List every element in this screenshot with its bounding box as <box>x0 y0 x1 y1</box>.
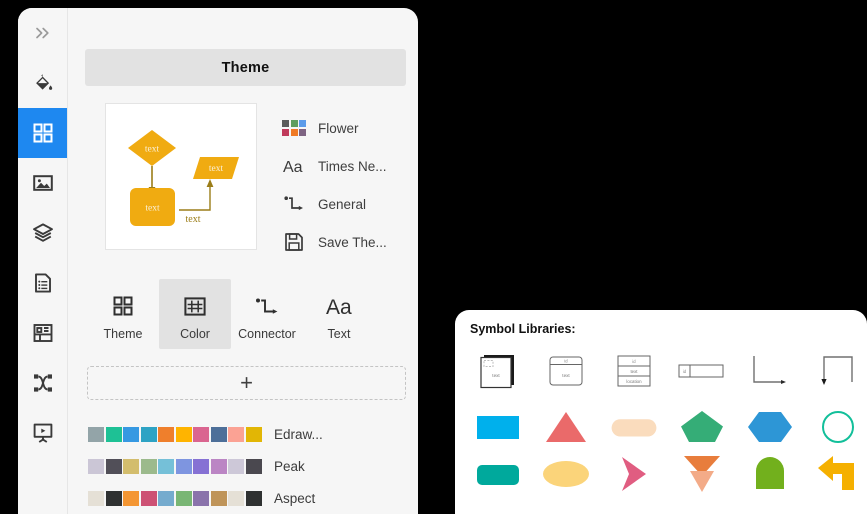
symbol-rounded-rectangle-shape[interactable] <box>609 406 659 448</box>
theme-option-label: Save The... <box>318 234 387 250</box>
svg-text:text: text <box>186 214 201 225</box>
svg-text:location: location <box>626 379 642 384</box>
symbol-titled-box-shape[interactable]: id text <box>541 350 591 392</box>
theme-option-flower[interactable]: Flower <box>281 109 387 147</box>
symbol-three-row-table-shape[interactable]: id text location <box>609 350 659 392</box>
symbol-row-arrow-shapes <box>473 453 867 495</box>
image-icon <box>31 171 55 195</box>
symbol-elbow-connector-right[interactable] <box>745 350 795 392</box>
palette-swatches <box>88 426 263 442</box>
symbol-turn-arrow-shape[interactable] <box>813 453 863 495</box>
chevrons-right-icon <box>33 25 53 41</box>
sidebar-item-theme[interactable] <box>18 108 67 158</box>
theme-option-list: Flower Aa Times Ne... General Save The..… <box>281 103 387 261</box>
theme-grid-icon <box>31 121 55 145</box>
svg-text:text: text <box>145 145 160 155</box>
add-theme-button[interactable]: + <box>87 366 406 400</box>
tab-connector[interactable]: Connector <box>231 279 303 349</box>
sidebar-item-image[interactable] <box>18 158 67 208</box>
svg-text:Aa: Aa <box>326 296 352 318</box>
palette-name: Peak <box>274 458 305 474</box>
icon-rail <box>18 8 68 514</box>
symbol-hexagon-shape[interactable] <box>745 406 795 448</box>
symbol-pentagon-shape[interactable] <box>677 406 727 448</box>
tab-label: Text <box>327 326 351 341</box>
palette-row-aspect[interactable]: Aspect <box>88 482 418 514</box>
symbol-arch-shape[interactable] <box>745 453 795 495</box>
symbol-row-outline: text id text id text location id <box>473 350 867 392</box>
connector-icon <box>254 288 280 318</box>
symbol-triangle-shape[interactable] <box>541 406 591 448</box>
sidebar-item-fill-color[interactable] <box>18 58 67 108</box>
layers-icon <box>31 221 55 245</box>
svg-text:Aa: Aa <box>283 159 303 175</box>
theme-tabs: Theme Color Connector Aa Text <box>87 279 418 349</box>
symbol-chevron-arrow-shape[interactable] <box>609 453 659 495</box>
palette-swatches <box>88 458 263 474</box>
theme-grid-icon <box>111 288 135 318</box>
connector-icon <box>281 193 307 215</box>
symbol-stacked-card-shape[interactable]: text <box>473 350 523 392</box>
svg-text:text: text <box>145 204 160 214</box>
theme-preview-row: text text text text Flower Aa Times Ne..… <box>105 103 418 261</box>
theme-option-font[interactable]: Aa Times Ne... <box>281 147 387 185</box>
palette-name: Edraw... <box>274 426 323 442</box>
symbol-ellipse-shape[interactable] <box>541 453 591 495</box>
svg-text:text: text <box>630 369 638 374</box>
symbol-circle-outline-shape[interactable] <box>813 406 863 448</box>
sidebar-item-document[interactable] <box>18 258 67 308</box>
palette-row-peak[interactable]: Peak <box>88 450 418 482</box>
color-palette-list: Edraw... Peak Aspect <box>88 418 418 514</box>
color-grid-icon <box>281 117 307 139</box>
color-table-icon <box>183 288 207 318</box>
symbol-libraries-title: Symbol Libraries: <box>470 322 576 336</box>
tab-label: Theme <box>103 326 143 341</box>
presentation-icon <box>31 421 55 445</box>
theme-option-label: Times Ne... <box>318 158 387 174</box>
palette-name: Aspect <box>274 490 316 506</box>
symbol-split-bar-shape[interactable]: id <box>677 350 727 392</box>
sidebar-item-expand-chevrons[interactable] <box>18 8 67 58</box>
svg-text:text: text <box>562 373 570 378</box>
symbol-rounded-rectangle-filled-shape[interactable] <box>473 453 523 495</box>
font-icon: Aa <box>324 288 354 318</box>
shuffle-icon <box>31 371 55 395</box>
sidebar-item-presentation[interactable] <box>18 408 67 458</box>
sidebar-item-shuffle[interactable] <box>18 358 67 408</box>
tab-text[interactable]: Aa Text <box>303 279 375 349</box>
screen: Theme text text text text Flower Aa Time… <box>0 0 867 514</box>
theme-option-label: General <box>318 196 367 212</box>
save-icon <box>281 231 307 253</box>
sidebar-item-chart[interactable] <box>18 308 67 358</box>
tab-color[interactable]: Color <box>159 279 231 349</box>
paint-bucket-icon <box>31 71 55 95</box>
symbol-row-basic-shapes <box>473 406 867 448</box>
tab-label: Connector <box>238 326 296 341</box>
symbol-rectangle-shape[interactable] <box>473 406 523 448</box>
panel-title-bar: Theme <box>85 49 406 86</box>
page-title: Theme <box>221 59 270 76</box>
document-list-icon <box>31 271 55 295</box>
symbol-libraries-panel: Symbol Libraries: text id text id text l… <box>455 310 867 514</box>
symbol-elbow-connector-down[interactable] <box>813 350 863 392</box>
preview-diagram: text text text text <box>128 130 239 226</box>
theme-preview[interactable]: text text text text <box>105 103 257 250</box>
chart-icon <box>31 321 55 345</box>
symbol-double-down-arrow-shape[interactable] <box>677 453 727 495</box>
theme-option-label: Flower <box>318 120 359 136</box>
font-icon: Aa <box>281 155 307 177</box>
sidebar-item-layers[interactable] <box>18 208 67 258</box>
theme-panel: Theme text text text text Flower Aa Time… <box>18 8 418 514</box>
svg-text:text: text <box>209 164 224 174</box>
theme-option-connector[interactable]: General <box>281 185 387 223</box>
tab-theme[interactable]: Theme <box>87 279 159 349</box>
plus-icon: + <box>240 370 253 395</box>
theme-content: Theme text text text text Flower Aa Time… <box>67 8 418 514</box>
svg-text:text: text <box>492 373 500 378</box>
tab-label: Color <box>180 326 210 341</box>
theme-option-save[interactable]: Save The... <box>281 223 387 261</box>
palette-row-edraw[interactable]: Edraw... <box>88 418 418 450</box>
palette-swatches <box>88 490 263 506</box>
